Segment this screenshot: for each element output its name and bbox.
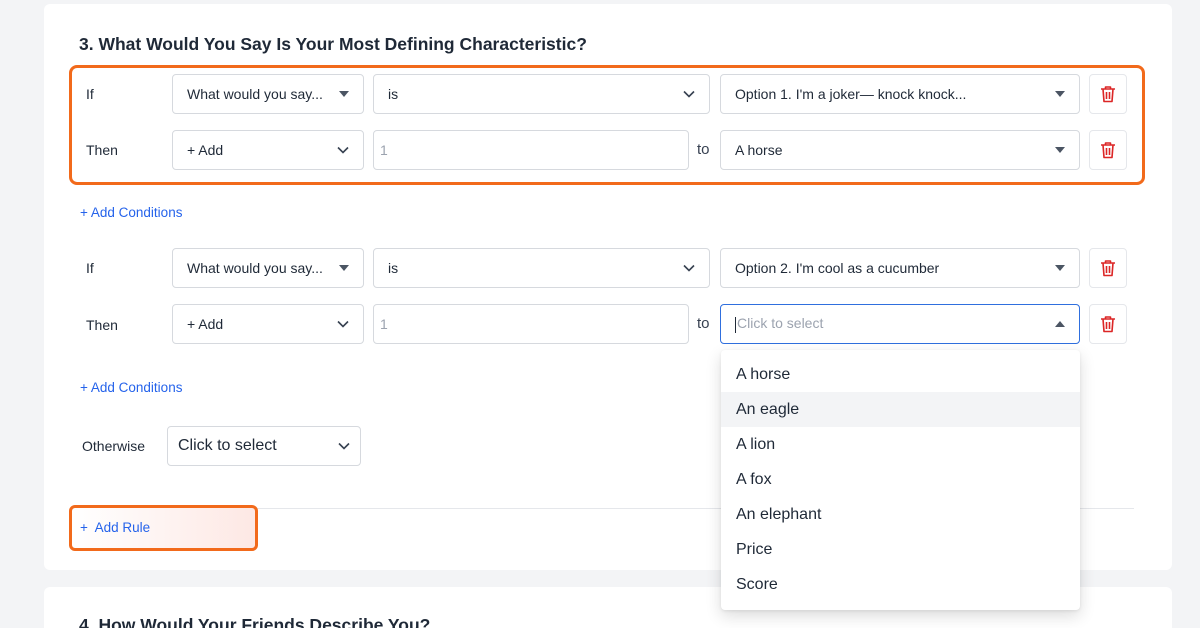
caret-up-icon xyxy=(1055,321,1065,327)
amount-input[interactable]: 1 xyxy=(373,304,689,344)
to-label: to xyxy=(697,141,710,158)
trash-icon xyxy=(1101,260,1115,277)
select-value: + Add xyxy=(187,316,224,332)
chevron-down-icon xyxy=(337,146,349,154)
amount-input[interactable]: 1 xyxy=(373,130,689,170)
trash-icon xyxy=(1101,142,1115,159)
delete-condition-button[interactable] xyxy=(1089,74,1127,114)
delete-condition-button[interactable] xyxy=(1089,248,1127,288)
delete-action-button[interactable] xyxy=(1089,304,1127,344)
select-value: What would you say... xyxy=(187,86,323,102)
question-title: 3. What Would You Say Is Your Most Defin… xyxy=(79,34,587,54)
select-value: is xyxy=(388,86,399,102)
dropdown-option[interactable]: Score xyxy=(721,567,1080,602)
action-select[interactable]: + Add xyxy=(172,130,364,170)
add-rule-button[interactable]: + Add Rule xyxy=(80,520,150,535)
select-value: + Add xyxy=(187,142,224,158)
amount-placeholder: 1 xyxy=(380,142,388,158)
select-value: is xyxy=(388,260,399,276)
dropdown-option[interactable]: Price xyxy=(721,532,1080,567)
caret-down-icon xyxy=(1055,147,1065,153)
caret-down-icon xyxy=(1055,265,1065,271)
chevron-down-icon xyxy=(683,264,695,272)
to-label: to xyxy=(697,315,710,332)
select-value: Option 1. I'm a joker— knock knock... xyxy=(735,86,967,102)
caret-down-icon xyxy=(339,265,349,271)
chevron-down-icon xyxy=(338,442,350,450)
select-value: A horse xyxy=(735,142,783,158)
condition-answer-select[interactable]: Option 2. I'm cool as a cucumber xyxy=(720,248,1080,288)
question-title: 4. How Would Your Friends Describe You? xyxy=(79,615,431,628)
dropdown-option[interactable]: A fox xyxy=(721,462,1080,497)
if-label: If xyxy=(86,260,94,276)
select-placeholder: Click to select xyxy=(737,315,824,332)
condition-answer-select[interactable]: Option 1. I'm a joker— knock knock... xyxy=(720,74,1080,114)
add-conditions-link[interactable]: + Add Conditions xyxy=(80,205,182,220)
target-dropdown-menu: A horse An eagle A lion A fox An elephan… xyxy=(721,350,1080,610)
delete-action-button[interactable] xyxy=(1089,130,1127,170)
otherwise-select[interactable]: Click to select xyxy=(167,426,361,466)
if-label: If xyxy=(86,86,94,102)
condition-question-select[interactable]: What would you say... xyxy=(172,74,364,114)
then-label: Then xyxy=(86,142,118,158)
action-select[interactable]: + Add xyxy=(172,304,364,344)
add-conditions-link[interactable]: + Add Conditions xyxy=(80,380,182,395)
condition-question-select[interactable]: What would you say... xyxy=(172,248,364,288)
chevron-down-icon xyxy=(683,90,695,98)
amount-placeholder: 1 xyxy=(380,316,388,332)
text-cursor xyxy=(735,316,736,333)
trash-icon xyxy=(1101,86,1115,103)
select-value: What would you say... xyxy=(187,260,323,276)
dropdown-option[interactable]: An elephant xyxy=(721,497,1080,532)
dropdown-option[interactable]: A lion xyxy=(721,427,1080,462)
condition-operator-select[interactable]: is xyxy=(373,248,710,288)
condition-operator-select[interactable]: is xyxy=(373,74,710,114)
trash-icon xyxy=(1101,316,1115,333)
select-value: Click to select xyxy=(178,437,277,454)
dropdown-option-hovered[interactable]: An eagle xyxy=(721,392,1080,427)
dropdown-option[interactable]: A horse xyxy=(721,357,1080,392)
otherwise-label: Otherwise xyxy=(82,438,146,454)
select-value: Option 2. I'm cool as a cucumber xyxy=(735,260,940,276)
chevron-down-icon xyxy=(337,320,349,328)
target-select-open[interactable]: Click to select xyxy=(720,304,1080,344)
caret-down-icon xyxy=(339,91,349,97)
caret-down-icon xyxy=(1055,91,1065,97)
then-label: Then xyxy=(86,317,118,333)
target-select[interactable]: A horse xyxy=(720,130,1080,170)
